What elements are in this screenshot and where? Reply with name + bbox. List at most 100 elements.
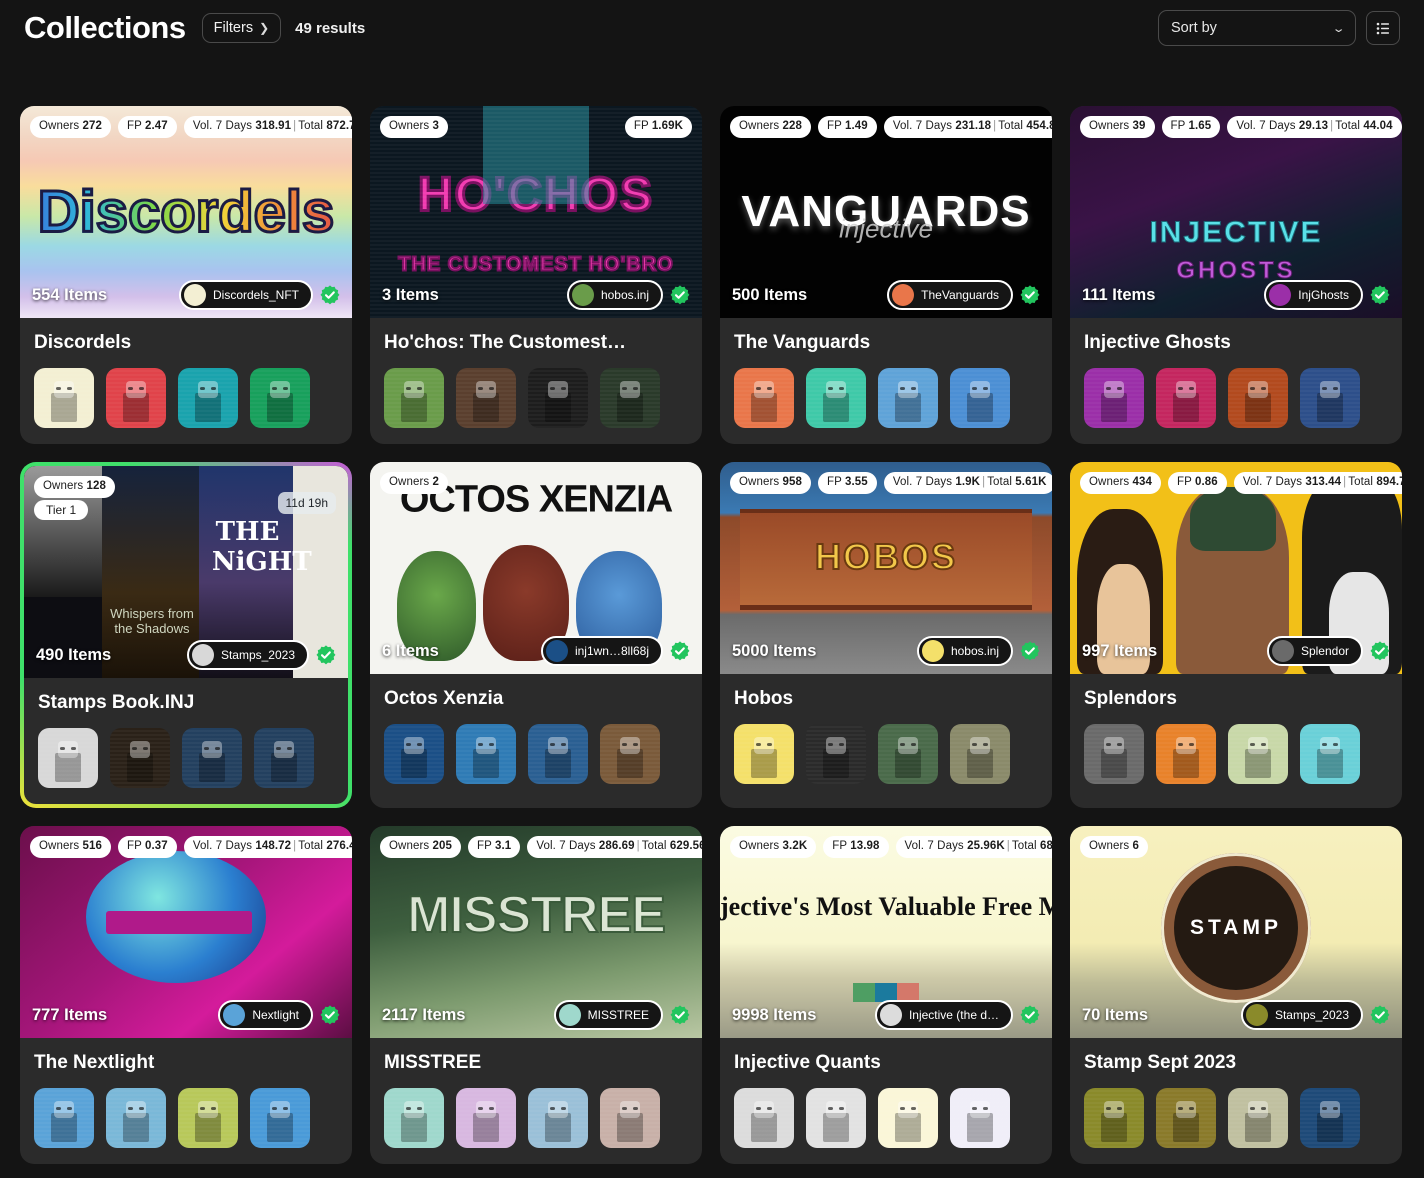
collection-banner[interactable]: MISSTREE Owners 205 FP 3.1 Vol. 7 Days 286… (370, 826, 702, 1038)
collection-name[interactable]: Stamps Book.INJ (38, 692, 334, 714)
collection-thumbnail[interactable] (110, 728, 170, 788)
collection-name[interactable]: Splendors (1084, 688, 1388, 710)
collection-card[interactable]: OCTOS XENZIA Owners 2 6 Items inj1wn…8ll… (370, 462, 702, 808)
collection-banner[interactable]: INJECTIVE GHOSTS Owners 39 FP 1.65 Vol. 7 … (1070, 106, 1402, 318)
collection-name[interactable]: Stamp Sept 2023 (1084, 1052, 1388, 1074)
collection-card[interactable]: Discordels Owners 272 FP 2.47 Vol. 7 Days … (20, 106, 352, 444)
collection-thumbnail[interactable] (1156, 1088, 1216, 1148)
collection-thumbnail[interactable] (950, 724, 1010, 784)
collection-name[interactable]: Ho'chos: The Customest… (384, 332, 688, 354)
collection-thumbnail[interactable] (950, 368, 1010, 428)
collection-thumbnail[interactable] (878, 724, 938, 784)
creator-chip[interactable]: Stamps_2023 (1240, 1000, 1363, 1030)
collection-thumbnail[interactable] (38, 728, 98, 788)
collection-thumbnail[interactable] (734, 1088, 794, 1148)
creator-chip[interactable]: hobos.inj (566, 280, 663, 310)
collection-thumbnail[interactable] (600, 368, 660, 428)
collection-thumbnail[interactable] (1228, 368, 1288, 428)
collection-thumbnail[interactable] (250, 368, 310, 428)
creator-chip[interactable]: InjGhosts (1264, 280, 1363, 310)
collection-banner[interactable]: VANGUARDS injective Owners 228 FP 1.49 Vol… (720, 106, 1052, 318)
collection-thumbnail[interactable] (1084, 724, 1144, 784)
collection-banner[interactable]: THE NiGHT Whispers from the Shadows Owner… (24, 466, 348, 678)
collection-card[interactable]: STAMP Owners 6 70 Items Stamps_2023 Stam… (1070, 826, 1402, 1164)
collection-name[interactable]: Octos Xenzia (384, 688, 688, 710)
collection-name[interactable]: Hobos (734, 688, 1038, 710)
list-view-button[interactable] (1366, 11, 1400, 45)
collection-thumbnail[interactable] (734, 724, 794, 784)
collection-thumbnail[interactable] (600, 724, 660, 784)
collection-thumbnail[interactable] (734, 368, 794, 428)
collection-thumbnail[interactable] (178, 1088, 238, 1148)
creator-chip[interactable]: Discordels_NFT (178, 280, 313, 310)
collection-name[interactable]: Injective Ghosts (1084, 332, 1388, 354)
collection-thumbnail[interactable] (254, 728, 314, 788)
collection-card[interactable]: Owners 434 FP 0.86 Vol. 7 Days 313.44 | Tota… (1070, 462, 1402, 808)
collection-thumbnail[interactable] (1084, 368, 1144, 428)
creator-chip[interactable]: TheVanguards (887, 280, 1013, 310)
collection-thumbnail[interactable] (384, 1088, 444, 1148)
collection-thumbnail[interactable] (34, 368, 94, 428)
collection-thumbnail[interactable] (182, 728, 242, 788)
collection-thumbnail[interactable] (528, 1088, 588, 1148)
sort-by-select[interactable]: Sort by ⌄ (1158, 10, 1356, 46)
collection-thumbnail[interactable] (1084, 1088, 1144, 1148)
collection-card[interactable]: jective's Most Valuable Free M Owners 3.… (720, 826, 1052, 1164)
collection-thumbnail[interactable] (456, 724, 516, 784)
collection-banner[interactable]: OCTOS XENZIA Owners 2 6 Items inj1wn…8ll… (370, 462, 702, 674)
collection-banner[interactable]: STAMP Owners 6 70 Items Stamps_2023 (1070, 826, 1402, 1038)
collection-name[interactable]: MISSTREE (384, 1052, 688, 1074)
collection-card[interactable]: Owners 516 FP 0.37 Vol. 7 Days 148.72 | Tota… (20, 826, 352, 1164)
collection-banner[interactable]: Owners 434 FP 0.86 Vol. 7 Days 313.44 | Tota… (1070, 462, 1402, 674)
collection-thumbnail[interactable] (106, 368, 166, 428)
collection-thumbnail[interactable] (528, 724, 588, 784)
creator-chip[interactable]: Injective (the d… (874, 1000, 1013, 1030)
creator-chip[interactable]: Splendor (1266, 636, 1363, 666)
collection-thumbnail[interactable] (1300, 724, 1360, 784)
collection-thumbnail[interactable] (250, 1088, 310, 1148)
collection-thumbnail[interactable] (806, 724, 866, 784)
collection-thumbnail[interactable] (456, 1088, 516, 1148)
collection-thumbnail[interactable] (1300, 368, 1360, 428)
collection-thumbnail[interactable] (34, 1088, 94, 1148)
collection-card[interactable]: MISSTREE Owners 205 FP 3.1 Vol. 7 Days 286… (370, 826, 702, 1164)
collection-thumbnail[interactable] (806, 1088, 866, 1148)
collection-card[interactable]: VANGUARDS injective Owners 228 FP 1.49 Vol… (720, 106, 1052, 444)
collection-thumbnail[interactable] (878, 1088, 938, 1148)
collection-thumbnail[interactable] (1156, 724, 1216, 784)
collection-thumbnail[interactable] (1228, 1088, 1288, 1148)
collection-banner[interactable]: HOBOS Owners 958 FP 3.55 Vol. 7 Days 1.9K |… (720, 462, 1052, 674)
creator-chip[interactable]: inj1wn…8ll68j (540, 636, 663, 666)
page-header: Collections Filters ❯ 49 results Sort by… (0, 2, 1424, 54)
creator-chip[interactable]: Nextlight (218, 1000, 313, 1030)
collection-card[interactable]: THE NiGHT Whispers from the Shadows Owner… (20, 462, 352, 808)
creator-chip[interactable]: Stamps_2023 (186, 640, 309, 670)
creator-chip[interactable]: hobos.inj (916, 636, 1013, 666)
collection-thumbnail[interactable] (806, 368, 866, 428)
creator-chip[interactable]: MISSTREE (553, 1000, 663, 1030)
collection-card[interactable]: HOBOS Owners 958 FP 3.55 Vol. 7 Days 1.9K |… (720, 462, 1052, 808)
collection-thumbnail[interactable] (878, 368, 938, 428)
collection-thumbnail[interactable] (1300, 1088, 1360, 1148)
collection-thumbnail[interactable] (384, 724, 444, 784)
collection-name[interactable]: Injective Quants (734, 1052, 1038, 1074)
collection-thumbnail[interactable] (178, 368, 238, 428)
collection-name[interactable]: The Vanguards (734, 332, 1038, 354)
collection-thumbnail[interactable] (106, 1088, 166, 1148)
collection-thumbnail[interactable] (528, 368, 588, 428)
collection-name[interactable]: The Nextlight (34, 1052, 338, 1074)
collection-banner[interactable]: HO'CHOS THE CUSTOMEST HO'BRO Owners 3FP … (370, 106, 702, 318)
collection-thumbnail[interactable] (600, 1088, 660, 1148)
collection-banner[interactable]: jective's Most Valuable Free M Owners 3.… (720, 826, 1052, 1038)
collection-banner[interactable]: Discordels Owners 272 FP 2.47 Vol. 7 Days … (20, 106, 352, 318)
collection-card[interactable]: INJECTIVE GHOSTS Owners 39 FP 1.65 Vol. 7 … (1070, 106, 1402, 444)
collection-thumbnail[interactable] (456, 368, 516, 428)
collection-thumbnail[interactable] (1156, 368, 1216, 428)
collection-thumbnail[interactable] (950, 1088, 1010, 1148)
collection-card[interactable]: HO'CHOS THE CUSTOMEST HO'BRO Owners 3FP … (370, 106, 702, 444)
collection-thumbnail[interactable] (1228, 724, 1288, 784)
collection-thumbnail[interactable] (384, 368, 444, 428)
collection-name[interactable]: Discordels (34, 332, 338, 354)
filters-button[interactable]: Filters ❯ (201, 13, 282, 43)
collection-banner[interactable]: Owners 516 FP 0.37 Vol. 7 Days 148.72 | Tota… (20, 826, 352, 1038)
